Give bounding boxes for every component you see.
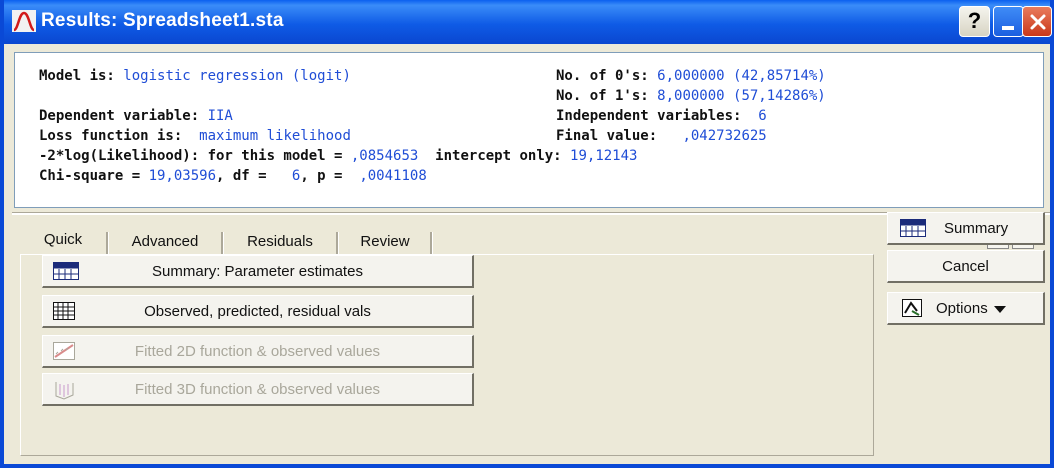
options-button-label: Options <box>936 300 1043 317</box>
help-icon: ? <box>967 8 982 33</box>
tab-separator <box>430 232 433 254</box>
tab-separator <box>336 232 339 254</box>
results-output-panel[interactable]: Model is: logistic regression (logit) No… <box>14 52 1044 249</box>
tab-review[interactable]: Review <box>340 230 430 254</box>
observed-predicted-residual-button[interactable]: Observed, predicted, residual vals <box>42 295 474 328</box>
tab-quick[interactable]: Quick <box>20 228 106 255</box>
cancel-button[interactable]: Cancel <box>887 250 1045 283</box>
tab-residuals[interactable]: Residuals <box>225 230 335 254</box>
tab-separator <box>221 232 224 254</box>
minimize-icon <box>1002 26 1014 30</box>
output-line-final: Final value: ,042732625 <box>556 128 767 144</box>
fitted-3d-function-label: Fitted 3D function & observed values <box>134 381 381 398</box>
statistica-app-icon <box>12 10 36 32</box>
summary-button-label: Summary <box>944 220 1009 237</box>
summary-button[interactable]: Summary <box>887 212 1045 245</box>
output-line-chisquare: Chi-square = 19,03596, df = 6, p = ,0041… <box>39 168 427 184</box>
options-icon <box>902 299 922 317</box>
options-button[interactable]: Options <box>887 292 1045 325</box>
close-icon <box>1030 14 1046 30</box>
help-button[interactable]: ? <box>959 6 990 37</box>
fitted-2d-function-label: Fitted 2D function & observed values <box>134 343 381 360</box>
window-title: Results: Spreadsheet1.sta <box>41 10 284 31</box>
cancel-button-label: Cancel <box>942 258 989 275</box>
close-button[interactable] <box>1022 6 1052 37</box>
chevron-down-icon <box>993 305 1006 313</box>
summary-parameter-estimates-button[interactable]: Summary: Parameter estimates <box>42 255 474 288</box>
fitted-3d-function-button[interactable]: Fitted 3D function & observed values <box>42 373 474 406</box>
minimize-button[interactable] <box>993 6 1024 37</box>
summary-table-icon <box>900 219 926 237</box>
output-line-dependent: Dependent variable: IIA <box>39 108 233 124</box>
observed-predicted-residual-label: Observed, predicted, residual vals <box>144 303 371 320</box>
tab-separator <box>106 232 109 254</box>
tab-advanced[interactable]: Advanced <box>110 230 220 254</box>
output-line-ones: No. of 1's: 8,000000 (57,14286%) <box>556 88 826 104</box>
output-line-independent: Independent variables: 6 <box>556 108 767 124</box>
output-line-zeros: No. of 0's: 6,000000 (42,85714%) <box>556 68 826 84</box>
output-line-model: Model is: logistic regression (logit) <box>39 68 351 84</box>
fitted-2d-function-button[interactable]: Fitted 2D function & observed values <box>42 335 474 368</box>
output-line-likelihood: -2*log(Likelihood): for this model = ,08… <box>39 148 638 164</box>
output-line-loss: Loss function is: maximum likelihood <box>39 128 351 144</box>
results-window: Results: Spreadsheet1.sta ? Model is: lo… <box>0 0 1054 468</box>
summary-parameter-estimates-label: Summary: Parameter estimates <box>152 263 363 280</box>
title-bar[interactable]: Results: Spreadsheet1.sta ? <box>4 0 1052 44</box>
